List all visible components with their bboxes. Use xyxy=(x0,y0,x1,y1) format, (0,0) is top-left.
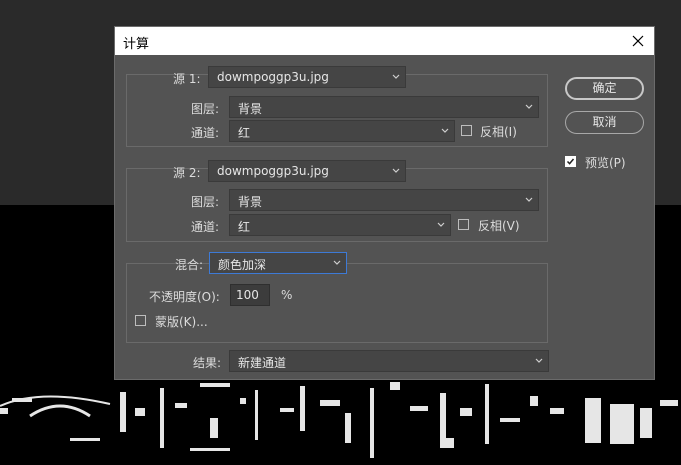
close-icon xyxy=(632,35,644,47)
source1-channel-label: 通道: xyxy=(191,126,220,140)
calculations-dialog: 计算 源 1: dowmpoggp3u.jpg 图层: 背景 通道: 红 反相(… xyxy=(114,26,655,380)
chevron-down-icon xyxy=(392,168,400,173)
source1-layer-label: 图层: xyxy=(191,102,220,116)
source2-layer-label: 图层: xyxy=(191,195,220,209)
opacity-unit: % xyxy=(281,288,293,302)
source2-invert-label[interactable]: 反相(V) xyxy=(478,217,520,234)
blend-mode-value: 颜色加深 xyxy=(218,258,267,272)
source2-channel-value: 红 xyxy=(238,220,251,234)
blend-mode-select[interactable]: 颜色加深 xyxy=(209,252,347,274)
dialog-titlebar: 计算 xyxy=(115,27,654,55)
source2-invert-checkbox[interactable] xyxy=(458,219,469,230)
opacity-label: 不透明度(O): xyxy=(149,290,220,304)
chevron-down-icon xyxy=(535,358,543,363)
opacity-value: 100 xyxy=(236,288,259,302)
source1-channel-value: 红 xyxy=(238,126,251,140)
source2-channel-select[interactable]: 红 xyxy=(229,214,451,236)
chevron-down-icon xyxy=(437,222,445,227)
source1-file-select[interactable]: dowmpoggp3u.jpg xyxy=(208,66,406,88)
result-select[interactable]: 新建通道 xyxy=(229,350,549,372)
chevron-down-icon xyxy=(525,197,533,202)
source2-channel-label: 通道: xyxy=(191,220,220,234)
source1-layer-select[interactable]: 背景 xyxy=(229,96,539,118)
preview-label[interactable]: 预览(P) xyxy=(585,154,626,171)
checkmark-icon xyxy=(566,158,575,165)
source1-layer-value: 背景 xyxy=(238,102,263,116)
result-value: 新建通道 xyxy=(238,356,287,370)
source1-invert-checkbox[interactable] xyxy=(461,125,472,136)
chevron-down-icon xyxy=(392,74,400,79)
preview-checkbox[interactable] xyxy=(565,156,576,167)
mask-label[interactable]: 蒙版(K)... xyxy=(155,313,208,330)
ok-button[interactable]: 确定 xyxy=(565,77,644,100)
close-button[interactable] xyxy=(628,31,648,51)
opacity-input[interactable]: 100 xyxy=(230,284,270,306)
source2-layer-value: 背景 xyxy=(238,195,263,209)
source2-file-value: dowmpoggp3u.jpg xyxy=(217,164,329,178)
blend-label: 混合: xyxy=(175,258,204,272)
source2-label: 源 2: xyxy=(173,166,201,180)
source1-file-value: dowmpoggp3u.jpg xyxy=(217,70,329,84)
chevron-down-icon xyxy=(441,128,449,133)
city-image-preview xyxy=(0,382,678,458)
chevron-down-icon xyxy=(525,104,533,109)
mask-checkbox[interactable] xyxy=(135,315,146,326)
cancel-button[interactable]: 取消 xyxy=(565,111,644,134)
source2-file-select[interactable]: dowmpoggp3u.jpg xyxy=(208,160,406,182)
dialog-title: 计算 xyxy=(123,37,150,52)
source2-layer-select[interactable]: 背景 xyxy=(229,189,539,211)
result-label: 结果: xyxy=(193,356,222,370)
source1-label: 源 1: xyxy=(173,72,201,86)
source1-invert-label[interactable]: 反相(I) xyxy=(480,123,517,140)
chevron-down-icon xyxy=(333,260,341,265)
source1-channel-select[interactable]: 红 xyxy=(229,120,455,142)
